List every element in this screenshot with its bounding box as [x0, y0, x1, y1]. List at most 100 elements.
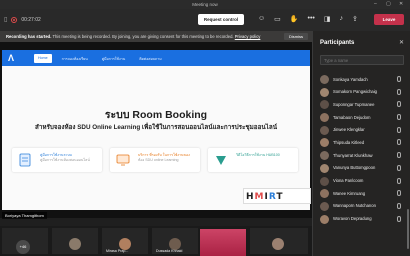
participant-item[interactable]: Somakorn Pangwichaig	[313, 86, 410, 99]
card-manual[interactable]: คู่มือการใช้งานระบบ คู่มือการใช้งานห้องส…	[12, 148, 102, 172]
banner-bold: Recording has started.	[6, 34, 52, 39]
card-services-desc: ห้อง SDU online Learning	[138, 158, 179, 162]
participant-list: Sonkaya Yamdach Somakorn Pangwichaig Supon…	[313, 73, 410, 225]
avatar	[320, 176, 329, 186]
avatar	[320, 87, 329, 97]
participant-name: Woravon Depradung	[333, 216, 372, 222]
participant-item[interactable]: Woravon Depradung	[313, 213, 410, 226]
card-video[interactable]: วิดีโอวิธีการใช้งาน HUB100	[208, 148, 298, 172]
close-window-icon[interactable]: ✕	[399, 0, 403, 9]
participant-name: Tamabaon Dejudom	[333, 114, 371, 120]
gallery-tile-name: Dussada Khhaid	[156, 249, 183, 253]
meeting-toolbar: ▯ 00:27:02 Request control ☺ ▭ ✋ ••• ◨ ♪…	[0, 9, 410, 31]
mic-off-icon	[397, 139, 401, 146]
nav-item-contact[interactable]: ติดต่อสอบถาม	[135, 54, 165, 63]
shared-website: Λ Home การจองห้องเรียน คู่มือการใช้งาน ต…	[2, 50, 310, 210]
mic-off-icon	[397, 76, 401, 82]
mic-off-icon	[397, 164, 401, 171]
site-navbar: Λ Home การจองห้องเรียน คู่มือการใช้งาน ต…	[2, 50, 310, 66]
participant-item[interactable]: Wanee Kimruang	[313, 187, 410, 200]
toolbar-icons: ☺ ▭ ✋ ••• ◨ ♪ ⇪	[258, 15, 358, 23]
more-participants-badge: +46	[16, 240, 30, 254]
recording-banner: Recording has started. This meeting is b…	[0, 31, 312, 42]
shield-icon: ▯	[4, 17, 8, 23]
mic-off-icon	[397, 88, 401, 95]
scrollbar[interactable]	[407, 209, 409, 249]
avatar	[320, 138, 329, 148]
video-thumbnail[interactable]	[200, 229, 246, 256]
brand-letter-h: H	[246, 192, 255, 202]
avatar	[320, 125, 329, 135]
window-titlebar: Meeting now	[0, 0, 410, 9]
brand-letter-t: T	[276, 192, 284, 202]
brand-letter-m: M	[254, 192, 265, 202]
banner-text: This meeting is being recorded. By joini…	[51, 34, 235, 39]
site-subtitle: สำหรับจองห้อง SDU Online Learning เพื่อใ…	[34, 124, 278, 131]
participant-name: Vanunya Buttomgpoon	[333, 165, 376, 171]
gallery-tile[interactable]	[52, 228, 98, 254]
minimize-icon[interactable]: –	[374, 0, 377, 9]
panel-title: Participants	[320, 40, 355, 46]
more-icon[interactable]: •••	[308, 15, 315, 23]
card-services[interactable]: บริการ ที่รองรับ ในการใช้งานของ ห้อง SDU…	[110, 148, 200, 172]
participant-item[interactable]: Viona Panlcoom	[313, 175, 410, 188]
close-panel-icon[interactable]: ✕	[399, 39, 404, 46]
raise-hand-icon[interactable]: ✋	[290, 15, 299, 23]
gallery-tile[interactable]: Dussada Khhaid	[152, 228, 198, 254]
speaker-name-label: Boriyaya Thamgithom	[2, 212, 47, 219]
avatar	[320, 214, 329, 224]
mic-icon[interactable]: ♪	[339, 15, 343, 23]
brand-logo-strip: HMIRT	[243, 188, 311, 204]
mic-off-icon	[397, 101, 401, 108]
gallery-tile[interactable]	[250, 228, 308, 254]
privacy-policy-link[interactable]: Privacy policy	[235, 34, 261, 39]
play-icon	[216, 156, 226, 165]
mic-off-icon	[397, 177, 401, 184]
brand-logo: HMIRT	[246, 192, 284, 202]
gallery-tile[interactable]: Mirasa Prap...	[102, 228, 148, 254]
participant-item[interactable]: Suponngar Tupmanee	[313, 98, 410, 111]
document-icon	[19, 153, 31, 167]
camera-icon[interactable]: ◨	[324, 15, 331, 23]
participant-item[interactable]: Thipsuda Kitleed	[313, 136, 410, 149]
avatar	[320, 100, 329, 110]
request-control-button[interactable]: Request control	[198, 14, 244, 25]
participant-item[interactable]: Wannaporn Nutchanon	[313, 200, 410, 213]
mic-off-icon	[397, 152, 401, 159]
participant-search-input[interactable]	[320, 55, 404, 65]
share-icon[interactable]: ⇪	[352, 15, 358, 23]
gallery-tile-more[interactable]: +46	[2, 228, 48, 254]
nav-item-booking[interactable]: การจองห้องเรียน	[58, 54, 92, 63]
card-manual-desc: คู่มือการใช้งานห้องสอนออนไลน์	[40, 158, 90, 162]
video-gallery: +46 Mirasa Prap... Dussada Khhaid	[0, 226, 312, 256]
participant-name: Wannaporn Nutchanon	[333, 203, 376, 209]
chat-icon[interactable]: ▭	[274, 15, 281, 23]
participant-item[interactable]: Thunyarrat Klunkhaw	[313, 149, 410, 162]
participants-panel: Participants ✕ Sonkaya Yamdach Somakorn P…	[312, 31, 410, 256]
participant-name: Viona Panlcoom	[333, 178, 364, 183]
participant-name: Thunyarrat Klunkhaw	[333, 152, 373, 158]
window-title: Meeting now	[192, 2, 218, 7]
gallery-tile-name: Mirasa Prap...	[106, 249, 129, 253]
participant-item[interactable]: Vanunya Buttomgpoon	[313, 162, 410, 175]
participant-name: Jinwee Klengklar	[333, 127, 365, 133]
participant-name: Somakorn Pangwichaig	[333, 89, 377, 95]
maximize-icon[interactable]: ▢	[386, 0, 391, 9]
avatar	[69, 238, 81, 250]
leave-button[interactable]: Leave	[374, 14, 404, 25]
nav-item-home[interactable]: Home	[34, 54, 52, 63]
mic-off-icon	[397, 126, 401, 133]
mic-off-icon	[397, 190, 401, 197]
participant-name: Sonkaya Yamdach	[333, 76, 368, 82]
card-video-title: วิดีโอวิธีการใช้งาน HUB100	[236, 153, 280, 157]
nav-item-manual[interactable]: คู่มือการใช้งาน	[98, 54, 129, 63]
participant-name: Suponngar Tupmanee	[333, 101, 375, 107]
participant-item[interactable]: Sonkaya Yamdach	[313, 73, 410, 86]
participant-name: Thipsuda Kitleed	[333, 139, 365, 145]
participant-item[interactable]: Tamabaon Dejudom	[313, 111, 410, 124]
site-nav-items: Home การจองห้องเรียน คู่มือการใช้งาน ติด…	[34, 54, 166, 63]
dismiss-button[interactable]: Dismiss	[284, 33, 308, 40]
timer-area: ▯ 00:27:02	[4, 16, 41, 23]
people-icon[interactable]: ☺	[258, 15, 265, 23]
participant-item[interactable]: Jinwee Klengklar	[313, 124, 410, 137]
